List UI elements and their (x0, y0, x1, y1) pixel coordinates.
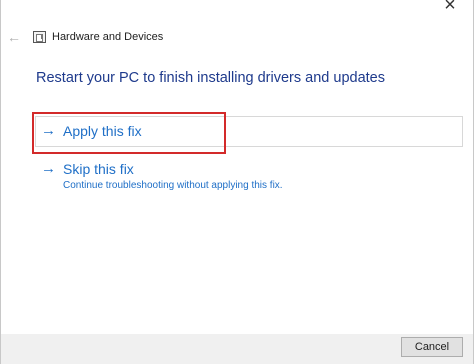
back-arrow-icon[interactable]: ← (7, 28, 23, 46)
troubleshooter-window: × ← Hardware and Devices Restart your PC… (0, 0, 474, 364)
arrow-right-icon: → (41, 160, 56, 177)
skip-fix-label[interactable]: Skip this fix (63, 160, 134, 178)
red-highlight-box (32, 112, 226, 154)
page-heading: Restart your PC to finish installing dri… (36, 70, 385, 86)
close-icon[interactable]: × (439, 0, 461, 16)
footer-bar: Cancel (1, 334, 473, 364)
window-title: Hardware and Devices (52, 31, 164, 43)
skip-fix-option[interactable]: → Skip this fix Continue troubleshooting… (41, 160, 371, 196)
hardware-devices-icon (33, 31, 46, 43)
cancel-button[interactable]: Cancel (401, 337, 463, 357)
skip-fix-description: Continue troubleshooting without applyin… (63, 180, 283, 191)
title-bar: ← Hardware and Devices (1, 28, 473, 48)
